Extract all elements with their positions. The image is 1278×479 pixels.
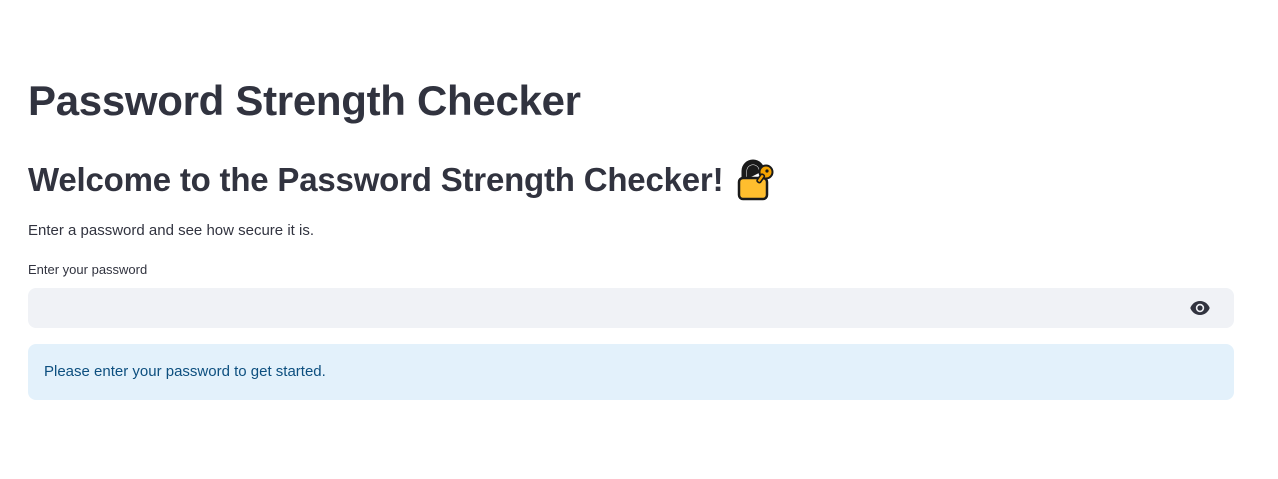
main-container: Password Strength Checker Welcome to the… <box>0 0 1278 479</box>
info-alert: Please enter your password to get starte… <box>28 344 1234 400</box>
password-field <box>28 288 1234 328</box>
welcome-heading-row: Welcome to the Password Strength Checker… <box>28 156 777 204</box>
show-password-toggle[interactable] <box>1178 288 1222 328</box>
password-field-label: Enter your password <box>28 262 148 277</box>
page-title: Password Strength Checker <box>28 77 581 124</box>
eye-icon <box>1190 301 1210 315</box>
welcome-heading: Welcome to the Password Strength Checker… <box>28 161 724 198</box>
lock-icon <box>735 159 777 201</box>
intro-text: Enter a password and see how secure it i… <box>28 222 314 239</box>
info-message: Please enter your password to get starte… <box>44 363 326 380</box>
password-input[interactable] <box>28 288 1178 328</box>
